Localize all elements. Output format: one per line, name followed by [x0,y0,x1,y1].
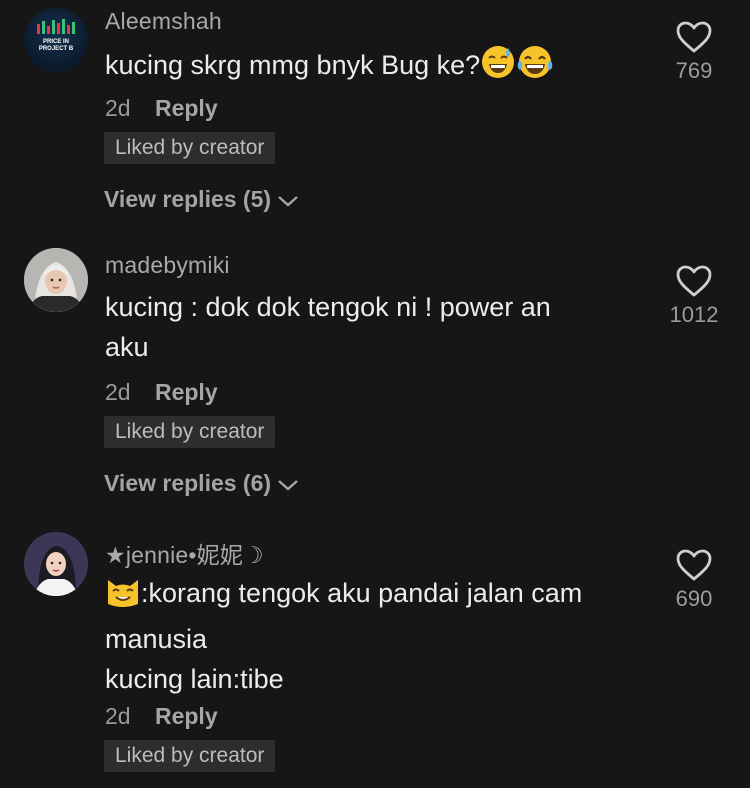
like-count: 769 [675,58,713,83]
comment-text-line: :korang tengok aku pandai jalan cam [105,573,635,619]
comment-meta: 2d Reply [105,379,218,406]
reply-button[interactable]: Reply [155,379,218,405]
view-replies-label: View replies (6) [104,470,272,496]
like-button[interactable]: 690 [664,548,724,612]
avatar-image [24,532,88,596]
comment-age: 2d [105,379,131,405]
avatar[interactable] [24,532,88,596]
comment-text-line: aku [105,332,149,362]
avatar[interactable]: PRICE IN PROJECT B [24,8,88,72]
view-replies-label: View replies (5) [104,186,272,212]
liked-by-creator-badge: Liked by creator [104,416,276,448]
like-button[interactable]: 769 [664,20,724,84]
like-count: 1012 [669,302,719,327]
like-button[interactable]: 1012 [664,264,724,328]
comment-text: kucing : dok dok tengok ni ! power an ak… [105,287,635,367]
comment-username[interactable]: ★jennie•妮妮☽ [105,536,264,570]
chevron-down-icon [278,480,298,491]
comment-text-line: kucing : dok dok tengok ni ! power an [105,292,551,322]
view-replies-button[interactable]: View replies (5) [104,186,299,213]
comment-age: 2d [105,703,131,729]
like-count: 690 [675,586,713,611]
avatar-image [24,248,88,312]
reply-button[interactable]: Reply [155,703,218,729]
chevron-down-icon [278,196,298,207]
comment-item: madebymiki kucing : dok dok tengok ni ! … [0,240,750,510]
comment-text-line: kucing lain:tibe [105,664,284,694]
avatar-logo-text: PRICE IN PROJECT B [38,39,74,52]
comment-meta: 2d Reply [105,95,218,122]
heart-icon [676,21,712,53]
comment-text-body: :korang tengok aku pandai jalan cam [141,578,583,608]
tears-of-joy-emoji [516,44,554,91]
avatar[interactable] [24,248,88,312]
reply-button[interactable]: Reply [155,95,218,121]
liked-by-creator-badge: Liked by creator [104,132,276,164]
cat-smiling-emoji [105,574,141,619]
view-replies-button[interactable]: View replies (6) [104,470,299,497]
comment-meta: 2d Reply [105,703,218,730]
comment-text: kucing skrg mmg bnyk Bug ke? [105,44,635,91]
comment-username[interactable]: madebymiki [105,252,230,279]
comment-item: PRICE IN PROJECT B Aleemshah kucing skrg… [0,0,750,230]
comment-text: :korang tengok aku pandai jalan cam manu… [105,573,635,699]
heart-icon [676,265,712,297]
comment-username[interactable]: Aleemshah [105,8,222,35]
comment-age: 2d [105,95,131,121]
comment-item: ★jennie•妮妮☽ :korang tengok aku pandai ja… [0,524,750,788]
grinning-sweat-emoji [480,44,516,91]
comment-text-line: manusia [105,624,208,654]
liked-by-creator-badge: Liked by creator [104,740,276,772]
heart-icon [676,549,712,581]
comment-text-body: kucing skrg mmg bnyk Bug ke? [105,50,481,80]
